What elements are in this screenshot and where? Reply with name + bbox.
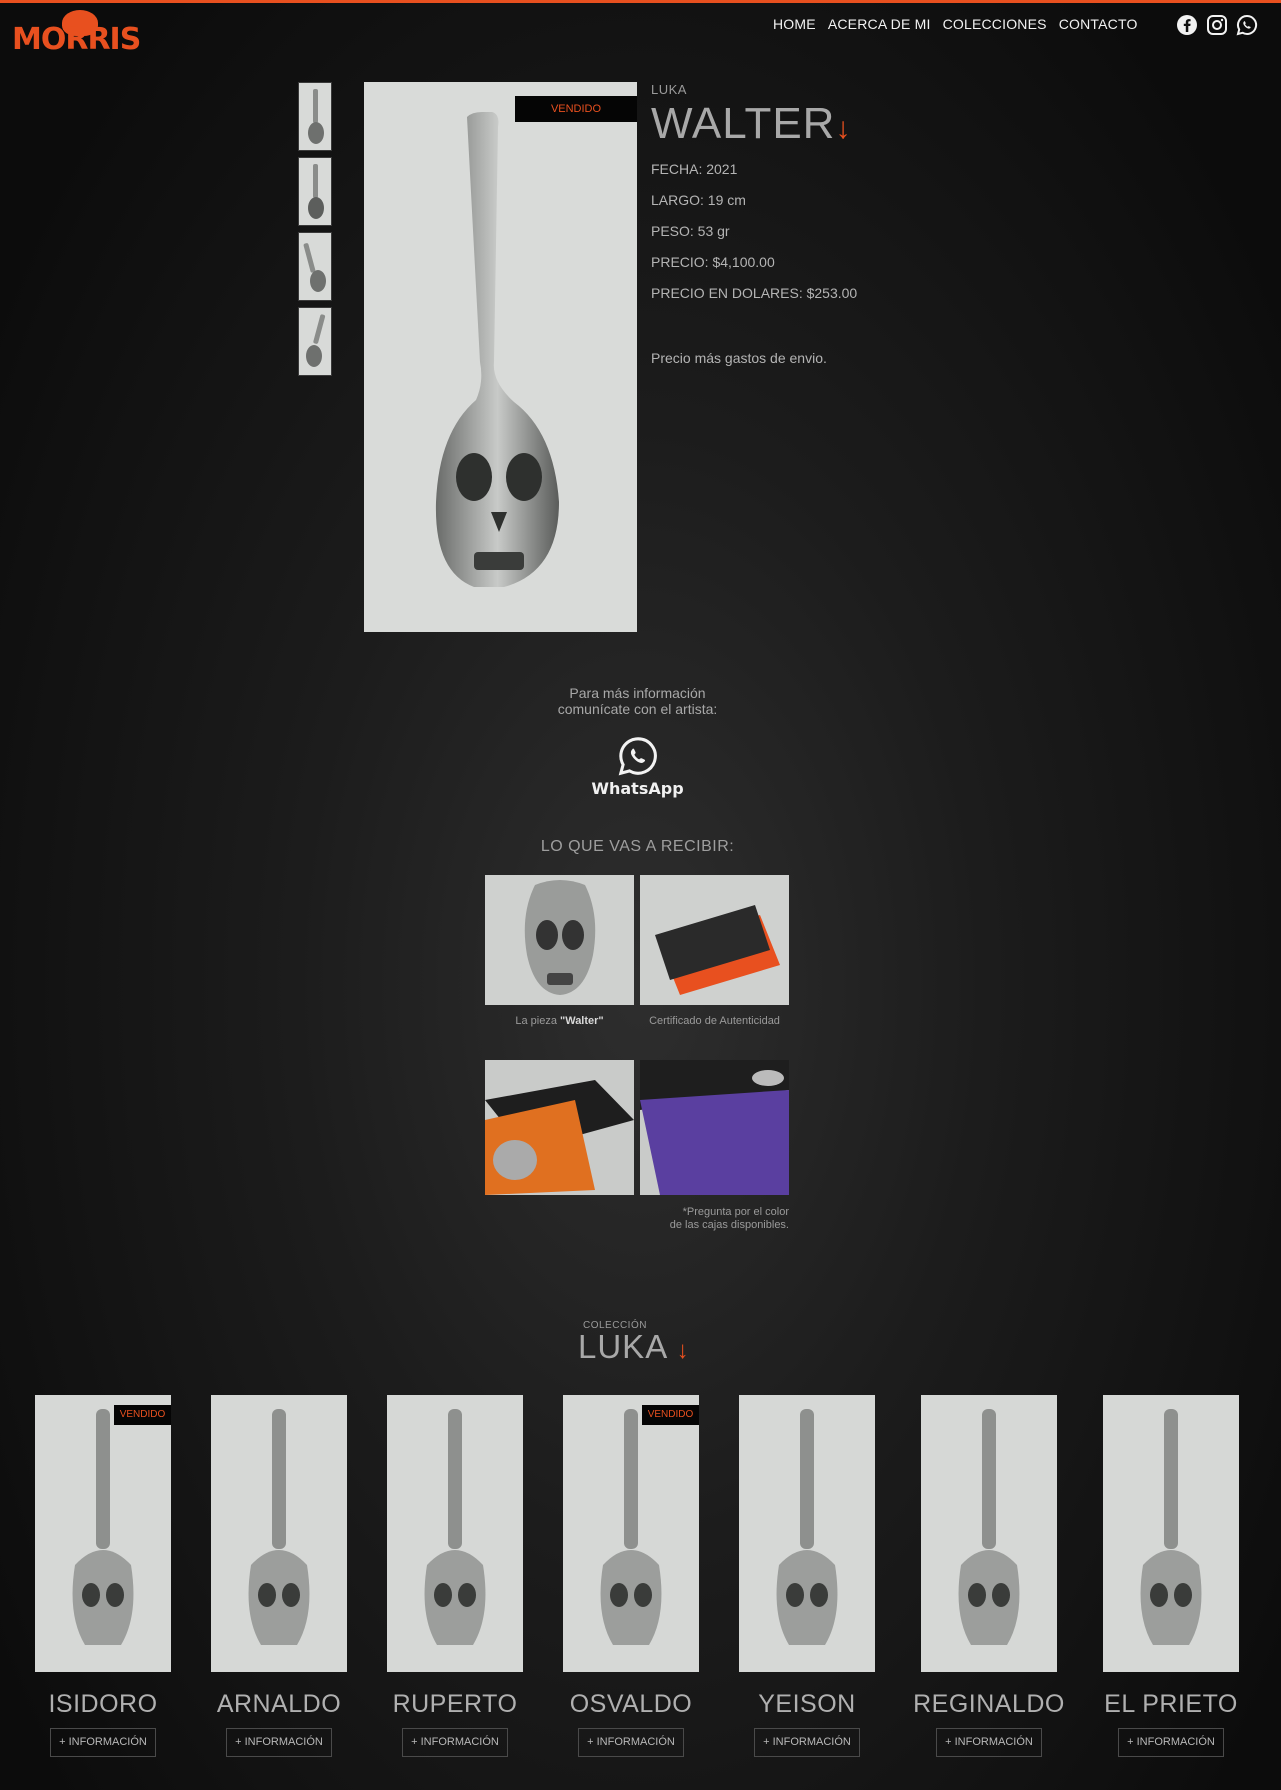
whatsapp-label: WhatsApp — [591, 779, 684, 798]
more-info-button[interactable]: + INFORMACIÓN — [226, 1728, 332, 1757]
thumbnail-4[interactable] — [298, 307, 332, 376]
thumbnail-3[interactable] — [298, 232, 332, 301]
collection-card-image[interactable] — [739, 1395, 875, 1672]
collection-card-name: YEISON — [758, 1690, 856, 1718]
nav-home[interactable]: HOME — [773, 16, 816, 32]
product-name: WALTER — [651, 99, 836, 148]
more-info-button[interactable]: + INFORMACIÓN — [578, 1728, 684, 1757]
collection-title: LUKA ↓ — [578, 1328, 690, 1366]
collection-card-name: RUPERTO — [392, 1690, 518, 1718]
whatsapp-button[interactable]: WhatsApp — [590, 735, 685, 798]
nav-contact[interactable]: CONTACTO — [1059, 16, 1138, 32]
top-accent-line — [0, 0, 1281, 3]
collection-card[interactable]: YEISON + INFORMACIÓN — [739, 1395, 875, 1757]
caption-piece-name: "Walter" — [560, 1015, 604, 1027]
product-collection: LUKA — [651, 82, 687, 97]
contact-line-2: comunícate con el artista: — [557, 701, 718, 717]
product-info: LUKA WALTER↓ FECHA: 2021 LARGO: 19 cm PE… — [651, 82, 857, 366]
more-info-button[interactable]: + INFORMACIÓN — [1118, 1728, 1224, 1757]
collection-card-image[interactable] — [211, 1395, 347, 1672]
collection-card-name: REGINALDO — [913, 1690, 1065, 1718]
collection-card-image[interactable] — [1103, 1395, 1239, 1672]
spec-weight: PESO: 53 gr — [651, 223, 730, 239]
contact-message: Para más información comunícate con el a… — [480, 685, 795, 717]
collection-card-image[interactable]: VENDIDO — [563, 1395, 699, 1672]
box-color-note: *Pregunta por el color de las cajas disp… — [600, 1206, 789, 1232]
product-title: WALTER↓ — [651, 99, 857, 149]
sold-badge: VENDIDO — [515, 96, 637, 122]
thumbnail-1[interactable] — [298, 82, 332, 151]
collection-card-name: ISIDORO — [48, 1690, 158, 1718]
receive-title: LO QUE VAS A RECIBIR: — [540, 838, 735, 855]
contact-line-1: Para más información — [569, 685, 706, 701]
instagram-icon[interactable] — [1206, 14, 1228, 36]
whatsapp-icon — [618, 737, 657, 776]
collection-card[interactable]: REGINALDO + INFORMACIÓN — [913, 1395, 1064, 1757]
facebook-icon[interactable] — [1176, 14, 1198, 36]
note-line-1: *Pregunta por el color — [682, 1206, 789, 1218]
collection-card[interactable]: RUPERTO + INFORMACIÓN — [387, 1395, 523, 1757]
shipping-note: Precio más gastos de envio. — [651, 350, 827, 366]
collection-card-name: EL PRIETO — [1104, 1690, 1238, 1718]
note-line-2: de las cajas disponibles. — [669, 1219, 789, 1231]
sold-badge: VENDIDO — [642, 1405, 699, 1425]
receive-box-purple-image — [640, 1060, 789, 1195]
sold-badge: VENDIDO — [114, 1405, 171, 1425]
social-links — [1176, 14, 1258, 36]
collection-card-image[interactable]: VENDIDO — [35, 1395, 171, 1672]
collection-card[interactable]: EL PRIETO + INFORMACIÓN — [1103, 1395, 1239, 1757]
nav-collections[interactable]: COLECCIONES — [943, 16, 1047, 32]
arrow-down-icon: ↓ — [676, 1337, 690, 1364]
thumbnail-2[interactable] — [298, 157, 332, 226]
product-specs: FECHA: 2021 LARGO: 19 cm PESO: 53 gr PRE… — [651, 161, 857, 316]
caption-certificate: Certificado de Autenticidad — [649, 1015, 780, 1027]
collection-name: LUKA — [578, 1328, 667, 1365]
more-info-button[interactable]: + INFORMACIÓN — [50, 1728, 156, 1757]
spec-length: LARGO: 19 cm — [651, 192, 746, 208]
receive-certificate-image — [640, 875, 789, 1005]
collection-card-image[interactable] — [387, 1395, 523, 1672]
spec-price-usd: PRECIO EN DOLARES: $253.00 — [651, 285, 858, 301]
product-main-image[interactable]: VENDIDO — [364, 82, 637, 632]
arrow-down-icon: ↓ — [835, 112, 852, 145]
logo-text: MORRIS — [12, 22, 141, 57]
thumbnail-gallery — [298, 82, 332, 376]
whatsapp-icon[interactable] — [1236, 14, 1258, 36]
more-info-button[interactable]: + INFORMACIÓN — [754, 1728, 860, 1757]
receive-box-orange-image — [485, 1060, 634, 1195]
collection-card-image[interactable] — [921, 1395, 1057, 1672]
caption-piece-prefix: La pieza — [515, 1015, 560, 1027]
more-info-button[interactable]: + INFORMACIÓN — [402, 1728, 508, 1757]
nav-about[interactable]: ACERCA DE MI — [828, 16, 931, 32]
collection-card-name: OSVALDO — [569, 1690, 693, 1718]
collection-card-name: ARNALDO — [216, 1690, 342, 1718]
spec-date: FECHA: 2021 — [651, 161, 738, 177]
main-nav: HOME ACERCA DE MI COLECCIONES CONTACTO — [773, 16, 1138, 32]
spec-price: PRECIO: $4,100.00 — [651, 254, 775, 270]
logo[interactable]: MORRIS — [12, 10, 141, 57]
receive-piece-image — [485, 875, 634, 1005]
caption-piece: La pieza "Walter" — [485, 1015, 634, 1027]
collection-card[interactable]: VENDIDO ISIDORO + INFORMACIÓN — [35, 1395, 171, 1757]
collection-card[interactable]: ARNALDO + INFORMACIÓN — [211, 1395, 347, 1757]
more-info-button[interactable]: + INFORMACIÓN — [936, 1728, 1042, 1757]
collection-card[interactable]: VENDIDO OSVALDO + INFORMACIÓN — [563, 1395, 699, 1757]
